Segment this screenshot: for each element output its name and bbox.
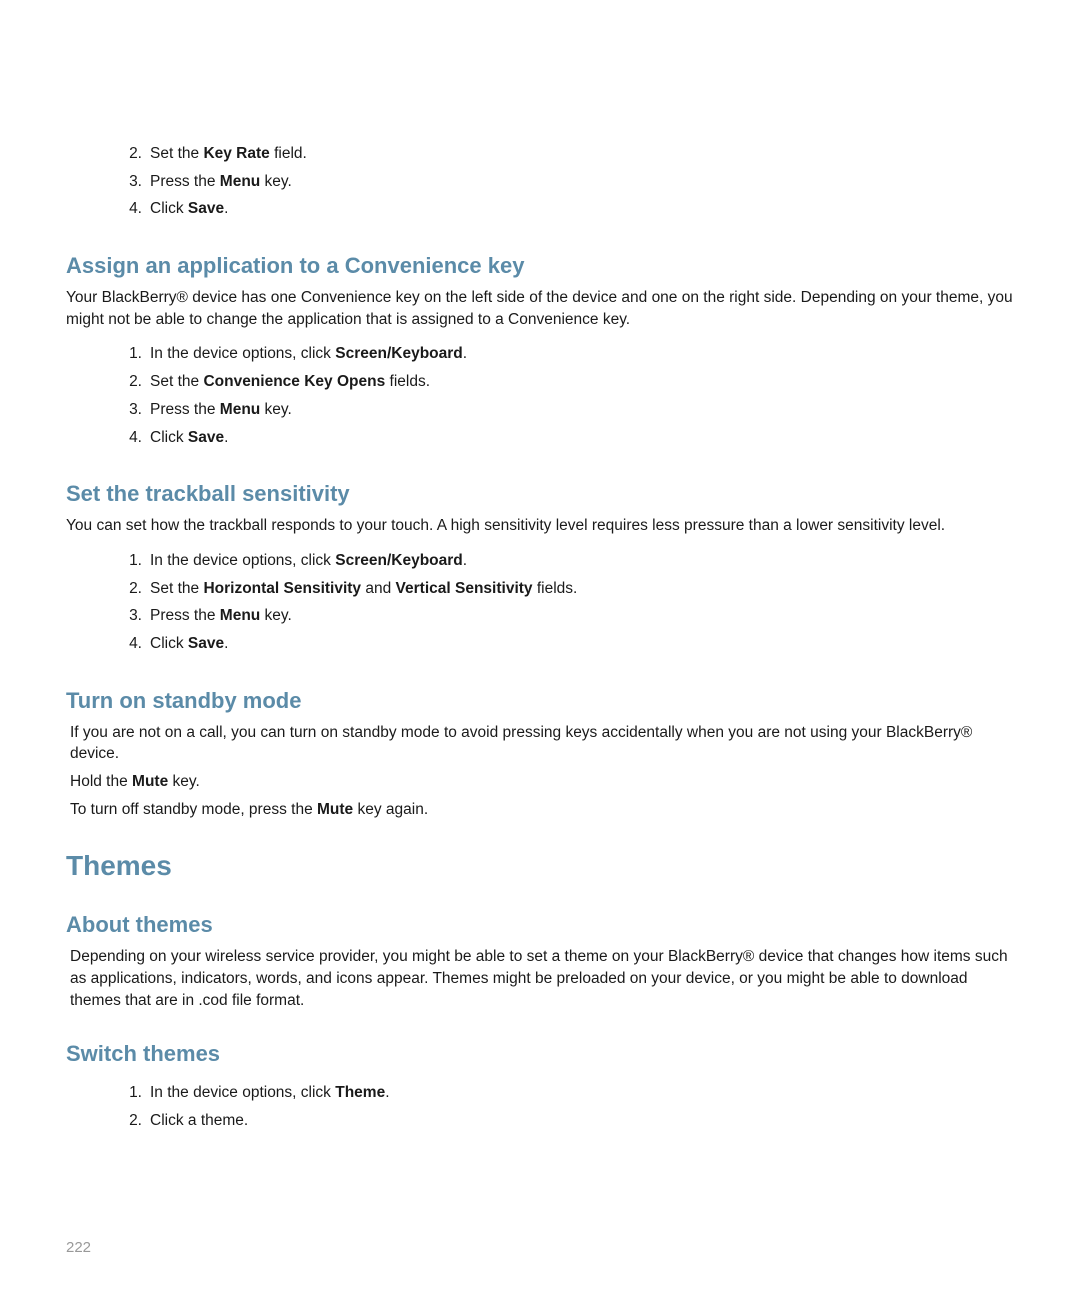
list-text: Set the Convenience Key Opens fields.	[150, 371, 1014, 393]
list-item: 1. In the device options, click Theme.	[116, 1079, 1014, 1107]
list-text: Click Save.	[150, 198, 1014, 220]
list-text: Press the Menu key.	[150, 399, 1014, 421]
list-text: Set the Key Rate field.	[150, 143, 1014, 165]
list-text: Press the Menu key.	[150, 605, 1014, 627]
list-item: 4. Click Save.	[116, 195, 1014, 223]
list-text: In the device options, click Screen/Keyb…	[150, 343, 1014, 365]
list-number: 3.	[116, 605, 142, 627]
body-paragraph: Depending on your wireless service provi…	[70, 946, 1014, 1011]
body-paragraph: You can set how the trackball responds t…	[66, 515, 1014, 537]
heading-trackball-sensitivity: Set the trackball sensitivity	[66, 481, 1014, 507]
list-number: 4.	[116, 633, 142, 655]
list-item: 4. Click Save.	[116, 630, 1014, 658]
list-item: 2. Click a theme.	[116, 1107, 1014, 1135]
page-number: 222	[66, 1239, 91, 1256]
list-item: 2. Set the Horizontal Sensitivity and Ve…	[116, 575, 1014, 603]
list-number: 2.	[116, 143, 142, 165]
list-text: Set the Horizontal Sensitivity and Verti…	[150, 578, 1014, 600]
list-text: Click a theme.	[150, 1110, 1014, 1132]
list-number: 1.	[116, 343, 142, 365]
list-number: 1.	[116, 1082, 142, 1104]
list-item: 3. Press the Menu key.	[116, 168, 1014, 196]
list-item: 3. Press the Menu key.	[116, 602, 1014, 630]
list-item: 3. Press the Menu key.	[116, 396, 1014, 424]
body-paragraph: Hold the Mute key.	[70, 771, 1014, 793]
list-number: 3.	[116, 399, 142, 421]
list-text: Click Save.	[150, 633, 1014, 655]
list-item: 2. Set the Convenience Key Opens fields.	[116, 368, 1014, 396]
list-number: 4.	[116, 198, 142, 220]
heading-about-themes: About themes	[66, 912, 1014, 938]
list-number: 3.	[116, 171, 142, 193]
list-text: Press the Menu key.	[150, 171, 1014, 193]
list-number: 2.	[116, 578, 142, 600]
body-paragraph: Your BlackBerry® device has one Convenie…	[66, 287, 1014, 330]
heading-standby-mode: Turn on standby mode	[66, 688, 1014, 714]
list-text: Click Save.	[150, 427, 1014, 449]
list-number: 2.	[116, 1110, 142, 1132]
list-number: 2.	[116, 371, 142, 393]
list-item: 4. Click Save.	[116, 424, 1014, 452]
list-item: 1. In the device options, click Screen/K…	[116, 340, 1014, 368]
body-paragraph: If you are not on a call, you can turn o…	[70, 722, 1014, 765]
list-number: 1.	[116, 550, 142, 572]
list-text: In the device options, click Theme.	[150, 1082, 1014, 1104]
heading-assign-convenience-key: Assign an application to a Convenience k…	[66, 253, 1014, 279]
list-number: 4.	[116, 427, 142, 449]
list-text: In the device options, click Screen/Keyb…	[150, 550, 1014, 572]
heading-switch-themes: Switch themes	[66, 1041, 1014, 1067]
list-item: 2. Set the Key Rate field.	[116, 140, 1014, 168]
heading-themes: Themes	[66, 850, 1014, 882]
body-paragraph: To turn off standby mode, press the Mute…	[70, 799, 1014, 821]
list-item: 1. In the device options, click Screen/K…	[116, 547, 1014, 575]
